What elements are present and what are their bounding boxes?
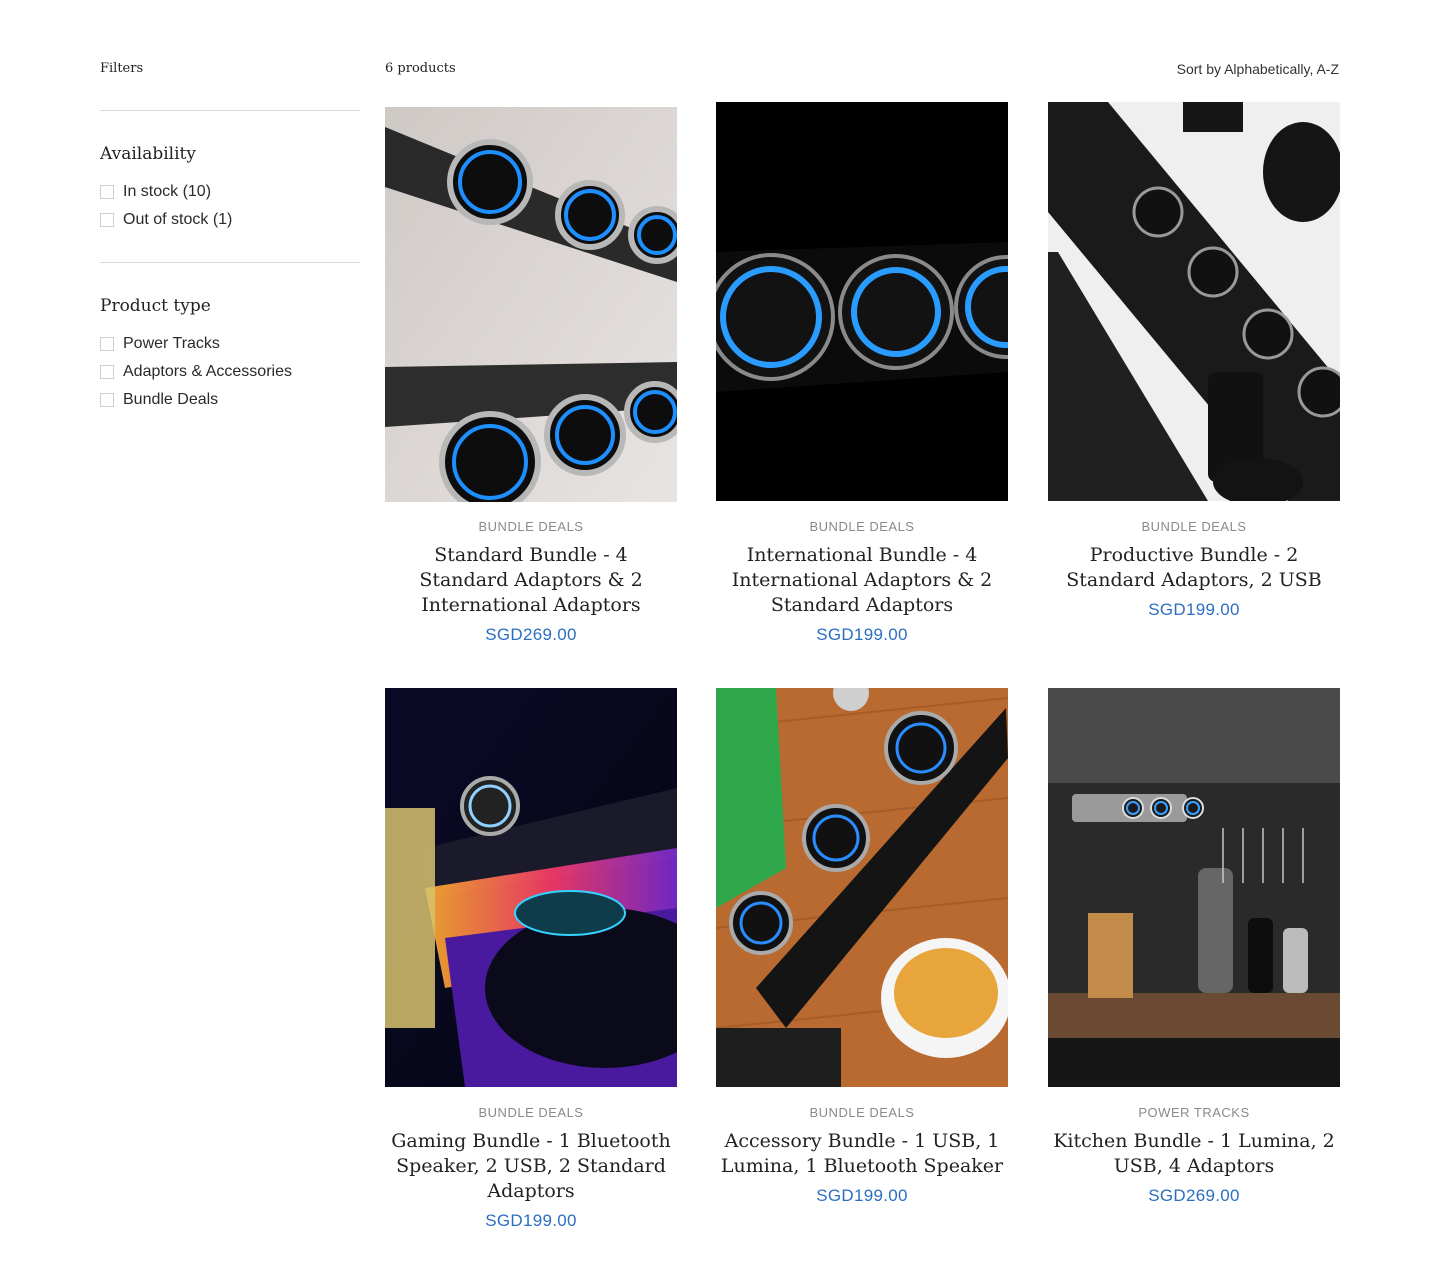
product-image-international-bundle[interactable] — [716, 102, 1008, 501]
product-price: SGD199.00 — [816, 625, 908, 644]
product-title[interactable]: Productive Bundle - 2 Standard Adaptors,… — [1052, 543, 1336, 593]
checkbox[interactable] — [100, 393, 114, 407]
sort-dropdown[interactable]: Sort by Alphabetically, A-Z — [1177, 61, 1339, 77]
filter-power-tracks[interactable]: Power Tracks — [100, 335, 220, 353]
checkbox[interactable] — [100, 337, 114, 351]
divider — [100, 110, 360, 111]
product-image-gaming-bundle[interactable] — [385, 688, 677, 1087]
product-title[interactable]: Accessory Bundle - 1 USB, 1 Lumina, 1 Bl… — [720, 1129, 1004, 1179]
product-image-standard-bundle[interactable] — [385, 107, 677, 502]
filter-label: Bundle Deals — [123, 391, 219, 408]
filter-label: In stock (10) — [123, 183, 212, 200]
product-price: SGD199.00 — [485, 1211, 577, 1230]
product-title[interactable]: Standard Bundle - 4 Standard Adaptors & … — [389, 543, 673, 618]
product-card[interactable]: BUNDLE DEALS International Bundle - 4 In… — [716, 102, 1008, 662]
product-title[interactable]: International Bundle - 4 International A… — [720, 543, 1004, 618]
product-card[interactable]: POWER TRACKS Kitchen Bundle - 1 Lumina, … — [1048, 688, 1340, 1248]
product-price: SGD199.00 — [816, 1186, 908, 1205]
product-vendor: BUNDLE DEALS — [809, 519, 915, 534]
product-title[interactable]: Kitchen Bundle - 1 Lumina, 2 USB, 4 Adap… — [1052, 1129, 1336, 1179]
product-vendor: BUNDLE DEALS — [478, 1105, 584, 1120]
product-vendor: BUNDLE DEALS — [809, 1105, 915, 1120]
product-card[interactable]: BUNDLE DEALS Standard Bundle - 4 Standar… — [385, 102, 677, 662]
product-image-accessory-bundle[interactable] — [716, 688, 1008, 1087]
checkbox[interactable] — [100, 185, 114, 199]
product-image-productive-bundle[interactable] — [1048, 102, 1340, 501]
availability-heading[interactable]: Availability — [100, 144, 196, 164]
product-type-heading[interactable]: Product type — [100, 296, 211, 316]
product-price: SGD269.00 — [485, 625, 577, 644]
product-vendor: BUNDLE DEALS — [1141, 519, 1247, 534]
filter-label: Power Tracks — [123, 335, 220, 352]
filter-in-stock[interactable]: In stock (10) — [100, 183, 211, 201]
filter-label: Adaptors & Accessories — [123, 363, 292, 380]
divider — [100, 262, 360, 263]
product-card[interactable]: BUNDLE DEALS Accessory Bundle - 1 USB, 1… — [716, 688, 1008, 1248]
product-vendor: BUNDLE DEALS — [478, 519, 584, 534]
product-count: 6 products — [385, 61, 456, 76]
product-title[interactable]: Gaming Bundle - 1 Bluetooth Speaker, 2 U… — [389, 1129, 673, 1204]
checkbox[interactable] — [100, 213, 114, 227]
product-price: SGD269.00 — [1148, 1186, 1240, 1205]
filter-label: Out of stock (1) — [123, 211, 233, 228]
filter-out-of-stock[interactable]: Out of stock (1) — [100, 211, 232, 229]
product-vendor: POWER TRACKS — [1138, 1105, 1250, 1120]
product-image-kitchen-bundle[interactable] — [1048, 688, 1340, 1087]
filter-bundle-deals[interactable]: Bundle Deals — [100, 391, 218, 409]
product-card[interactable]: BUNDLE DEALS Gaming Bundle - 1 Bluetooth… — [385, 688, 677, 1248]
filter-adaptors-accessories[interactable]: Adaptors & Accessories — [100, 363, 292, 381]
filters-heading: Filters — [100, 61, 144, 76]
checkbox[interactable] — [100, 365, 114, 379]
product-price: SGD199.00 — [1148, 600, 1240, 619]
product-card[interactable]: BUNDLE DEALS Productive Bundle - 2 Stand… — [1048, 102, 1340, 662]
